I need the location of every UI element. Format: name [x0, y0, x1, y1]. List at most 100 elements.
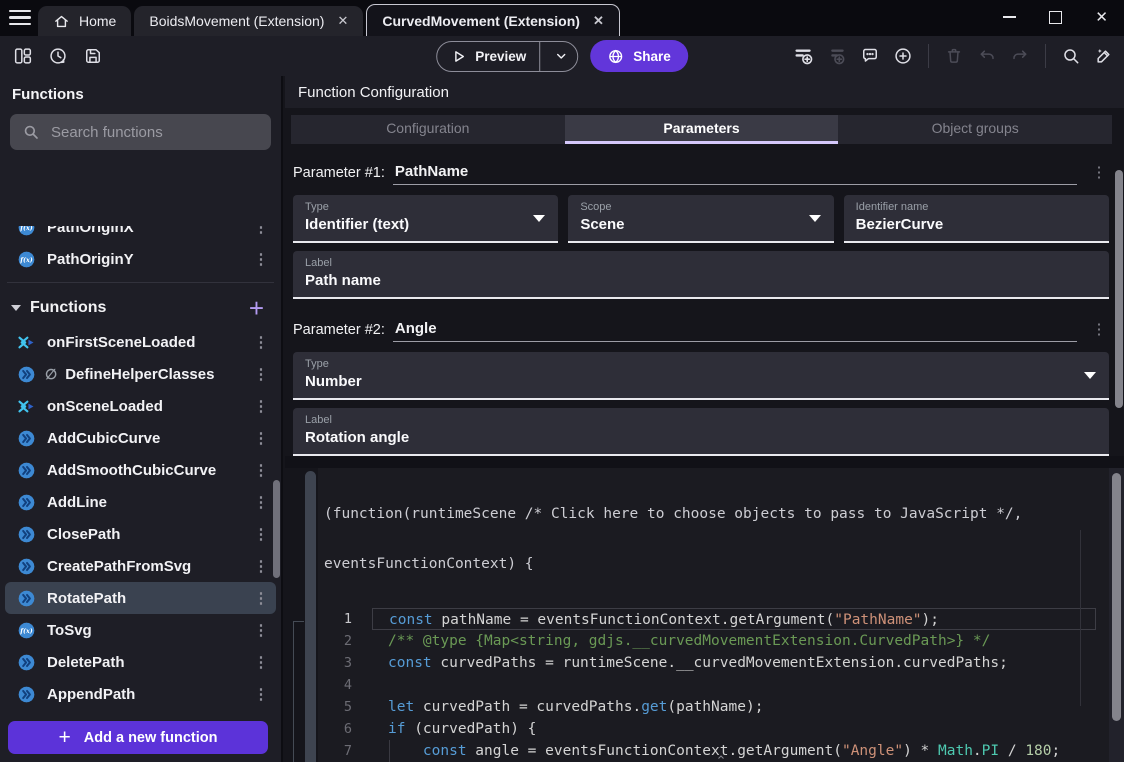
function-list-item[interactable]: onSceneLoaded ⋮ — [5, 390, 276, 422]
parameters-scrollbar[interactable] — [1115, 170, 1123, 408]
add-function-icon[interactable]: + — [249, 299, 268, 317]
item-menu-button[interactable]: ⋮ — [253, 589, 269, 607]
function-list-item[interactable]: RotatePath ⋮ — [5, 582, 276, 614]
item-menu-button[interactable]: ⋮ — [253, 557, 269, 575]
toolbar: Preview Share — [0, 36, 1124, 76]
delete-icon[interactable] — [941, 43, 967, 69]
add-event-icon[interactable] — [791, 43, 817, 69]
events-scrollbar[interactable] — [305, 471, 316, 762]
item-menu-button[interactable]: ⋮ — [253, 493, 269, 511]
close-tab-icon[interactable]: ✕ — [593, 13, 604, 29]
type-select[interactable]: Type Number — [293, 352, 1109, 400]
item-menu-button[interactable]: ⋮ — [253, 226, 269, 236]
function-list-item[interactable]: f(x)ToSvg⋮ — [5, 614, 276, 646]
search-icon — [22, 123, 40, 141]
minimize-button[interactable] — [1003, 16, 1016, 18]
sidebar-scrollbar[interactable] — [273, 480, 280, 578]
function-list-item[interactable]: DuplicatedPath⋮ — [5, 710, 276, 716]
item-menu-button[interactable]: ⋮ — [253, 397, 269, 415]
function-list-item[interactable]: DeletePath⋮ — [5, 646, 276, 678]
share-button[interactable]: Share — [590, 40, 688, 72]
tab-boidsmovement[interactable]: BoidsMovement (Extension) ✕ — [134, 6, 363, 36]
redo-icon[interactable] — [1007, 43, 1033, 69]
code-scrollbar[interactable] — [1112, 473, 1121, 721]
panel-title: Functions — [0, 76, 281, 112]
function-name: AddSmoothCubicCurve — [47, 462, 216, 479]
function-list-item[interactable]: f(x)PathOriginX⋮ — [5, 226, 276, 243]
function-name: RotatePath — [47, 590, 126, 607]
collapse-caret-icon[interactable] — [714, 751, 728, 762]
function-name: ClosePath — [47, 526, 120, 543]
function-name: onFirstSceneLoaded — [47, 334, 195, 351]
code-line[interactable]: 6if (curvedPath) { — [318, 718, 1124, 740]
parameter-name-input[interactable]: Angle — [393, 320, 1077, 342]
code-line[interactable]: 2/** @type {Map<string, gdjs.__curvedMov… — [318, 630, 1124, 652]
function-list-item[interactable]: ClosePath ⋮ — [5, 518, 276, 550]
item-menu-button[interactable]: ⋮ — [253, 461, 269, 479]
function-list-item[interactable]: AppendPath ⋮ — [5, 678, 276, 710]
preview-button[interactable]: Preview — [436, 41, 578, 72]
tab-configuration[interactable]: Configuration — [291, 115, 565, 144]
search-icon[interactable] — [1058, 43, 1084, 69]
panel-divider — [285, 456, 1124, 468]
item-menu-button[interactable]: ⋮ — [253, 621, 269, 639]
item-menu-button[interactable]: ⋮ — [253, 685, 269, 703]
tab-curvedmovement[interactable]: CurvedMovement (Extension) ✕ — [366, 4, 620, 36]
function-name: AppendPath — [47, 686, 135, 703]
code-line[interactable]: 1const pathName = eventsFunctionContext.… — [318, 608, 1124, 630]
chevron-down-icon[interactable] — [548, 49, 574, 63]
code-editor[interactable]: (function(runtimeScene /* Click here to … — [318, 468, 1124, 762]
label-input[interactable]: Label Path name — [293, 251, 1109, 299]
function-name: ToSvg — [47, 622, 92, 639]
function-list-item[interactable]: CreatePathFromSvg⋮ — [5, 550, 276, 582]
function-list-item[interactable]: AddCubicCurve⋮ — [5, 422, 276, 454]
identifier-name-input[interactable]: Identifier name BezierCurve — [844, 195, 1109, 243]
add-function-button[interactable]: + Add a new function — [8, 721, 268, 754]
scope-select[interactable]: Scope Scene — [568, 195, 833, 243]
search-functions-input[interactable]: Search functions — [10, 114, 271, 150]
function-list-item[interactable]: AddSmoothCubicCurve ⋮ — [5, 454, 276, 486]
item-menu-button[interactable]: ⋮ — [253, 333, 269, 351]
item-menu-button[interactable]: ⋮ — [253, 365, 269, 383]
item-menu-button[interactable]: ⋮ — [253, 429, 269, 447]
tab-home[interactable]: Home — [38, 6, 131, 36]
save-icon[interactable] — [80, 43, 106, 69]
add-sub-event-icon[interactable] — [824, 43, 850, 69]
action-gear-icon — [16, 684, 37, 705]
close-window-button[interactable]: ✕ — [1095, 10, 1108, 25]
function-list-item[interactable]: ∅DefineHelperClasses⋮ — [5, 358, 276, 390]
code-line[interactable]: 3const curvedPaths = runtimeScene.__curv… — [318, 652, 1124, 674]
svg-text:f(x): f(x) — [19, 256, 32, 263]
item-menu-button[interactable]: ⋮ — [253, 525, 269, 543]
function-name: onSceneLoaded — [47, 398, 163, 415]
menu-icon[interactable] — [9, 10, 31, 25]
parameter-name-input[interactable]: PathName — [393, 163, 1077, 185]
function-list-item[interactable]: f(x)PathOriginY⋮ — [5, 243, 276, 275]
titlebar: Home BoidsMovement (Extension) ✕ CurvedM… — [0, 0, 1124, 36]
code-scrollbar-track — [1109, 468, 1124, 762]
code-line[interactable]: 4 — [318, 674, 1124, 696]
add-other-event-icon[interactable] — [890, 43, 916, 69]
function-list-item[interactable]: onFirstSceneLoaded ⋮ — [5, 326, 276, 358]
add-comment-icon[interactable] — [857, 43, 883, 69]
maximize-button[interactable] — [1049, 11, 1062, 24]
item-menu-button[interactable]: ⋮ — [253, 250, 269, 268]
functions-section-header[interactable]: Functions+ — [5, 290, 276, 326]
close-tab-icon[interactable]: ✕ — [337, 13, 348, 29]
tab-label: BoidsMovement (Extension) — [149, 13, 324, 29]
parameter-menu-button[interactable]: ⋮ — [1091, 320, 1107, 338]
project-manager-icon[interactable] — [10, 43, 36, 69]
label-input[interactable]: Label Rotation angle — [293, 408, 1109, 456]
item-menu-button[interactable]: ⋮ — [253, 653, 269, 671]
tab-parameters[interactable]: Parameters — [565, 115, 839, 144]
function-name: PathOriginX — [47, 226, 134, 236]
parameter-menu-button[interactable]: ⋮ — [1091, 163, 1107, 181]
tab-object-groups[interactable]: Object groups — [838, 115, 1112, 144]
code-line[interactable]: 5let curvedPath = curvedPaths.get(pathNa… — [318, 696, 1124, 718]
edit-extension-icon[interactable] — [1091, 43, 1117, 69]
history-icon[interactable] — [45, 43, 71, 69]
type-select[interactable]: Type Identifier (text) — [293, 195, 558, 243]
undo-icon[interactable] — [974, 43, 1000, 69]
parameter-number-label: Parameter #1: — [293, 165, 385, 185]
function-list-item[interactable]: AddLine⋮ — [5, 486, 276, 518]
